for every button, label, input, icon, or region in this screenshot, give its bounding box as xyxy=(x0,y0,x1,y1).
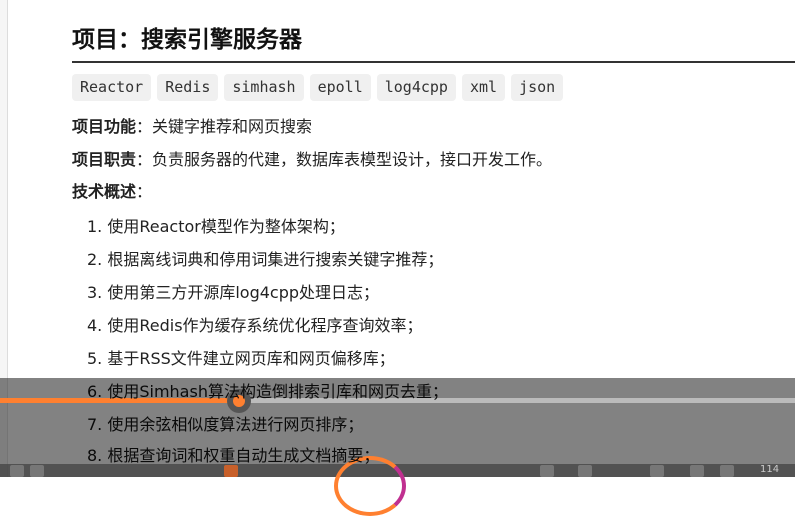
project-function: 项目功能：关键字推荐和网页搜索 xyxy=(72,113,312,137)
window-icon[interactable] xyxy=(10,465,24,477)
list-item: 1. 使用Reactor模型作为整体架构； xyxy=(87,217,345,236)
title-divider xyxy=(72,61,795,63)
label: 项目职责 xyxy=(72,150,137,169)
list-item: 8. 根据查询词和权重自动生成文档摘要； xyxy=(87,446,380,465)
list-item: 5. 基于RSS文件建立网页库和网页偏移库； xyxy=(87,349,395,368)
label: 技术概述 xyxy=(72,182,137,201)
value: ：关键字推荐和网页搜索 xyxy=(136,117,313,136)
list-item: 3. 使用第三方开源库log4cpp处理日志； xyxy=(87,283,380,302)
list-item: 4. 使用Redis作为缓存系统优化程序查询效率； xyxy=(87,316,423,335)
tag: json xyxy=(511,74,564,101)
colon: ： xyxy=(136,182,153,201)
tag: epoll xyxy=(309,74,371,101)
app-icon[interactable] xyxy=(30,465,44,477)
list-item: 6. 使用Simhash算法构造倒排索引库和网页去重； xyxy=(87,382,448,401)
tag: Redis xyxy=(157,74,219,101)
document: 项目：搜索引擎服务器 Reactor Redis simhash epoll l… xyxy=(72,0,795,477)
tag: log4cpp xyxy=(376,74,456,101)
label: 项目功能 xyxy=(72,117,137,136)
tech-overview: 技术概述： xyxy=(72,178,152,202)
tag: Reactor xyxy=(72,74,152,101)
tag: simhash xyxy=(224,74,304,101)
tag: xml xyxy=(461,74,506,101)
project-duty: 项目职责：负责服务器的代建，数据库表模型设计，接口开发工作。 xyxy=(72,146,552,170)
list-item: 2. 根据离线词典和停用词集进行搜索关键字推荐； xyxy=(87,250,444,269)
value: ：负责服务器的代建，数据库表模型设计，接口开发工作。 xyxy=(136,150,553,169)
tag-list: Reactor Redis simhash epoll log4cpp xml … xyxy=(72,74,564,101)
list-item: 7. 使用余弦相似度算法进行网页排序； xyxy=(87,415,364,434)
page-title: 项目：搜索引擎服务器 xyxy=(72,27,302,53)
